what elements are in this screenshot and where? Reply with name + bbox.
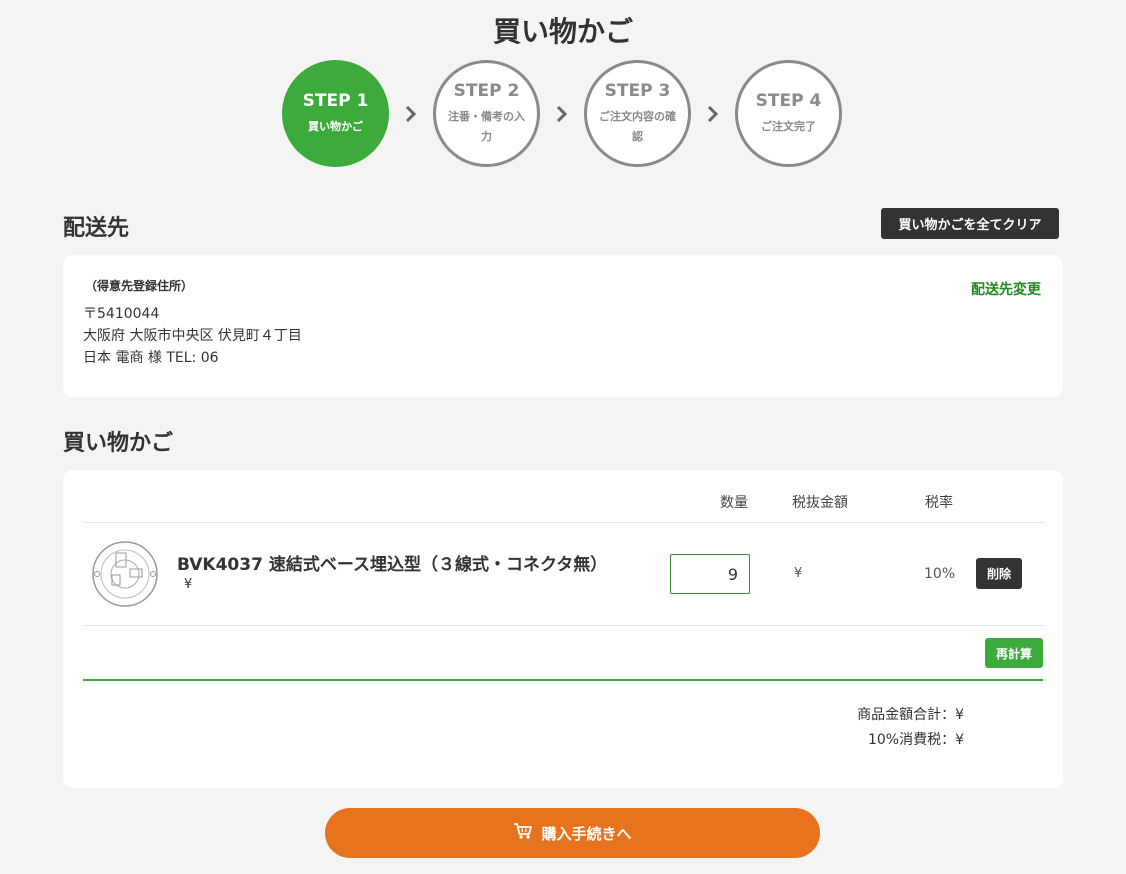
divider [84, 625, 1045, 626]
chevron-right-icon [540, 104, 584, 124]
cart-icon [513, 822, 533, 844]
step-label: 買い物かご [308, 119, 363, 133]
step-2: STEP 2 注番・備考の入力 [433, 60, 540, 167]
product-image[interactable] [90, 539, 160, 609]
postal-code: 〒5410044 [83, 306, 160, 322]
quantity-input[interactable] [670, 554, 750, 594]
address-type-label: （得意先登録住所） [85, 279, 194, 293]
step-3: STEP 3 ご注文内容の確認 [584, 60, 691, 167]
clear-cart-button[interactable]: 買い物かごを全てクリア [881, 208, 1059, 239]
page-title: 買い物かご [492, 15, 633, 48]
recipient-line: 日本 電商 様 TEL: 06 [83, 350, 219, 366]
chevron-right-icon [389, 104, 433, 124]
checkout-label: 購入手続きへ [541, 824, 632, 843]
step-number: STEP 1 [302, 90, 369, 111]
checkout-button[interactable]: 購入手続きへ [325, 808, 820, 858]
step-1: STEP 1 買い物かご [282, 60, 389, 167]
row-subtotal: ¥ [794, 566, 803, 581]
change-shipping-link[interactable]: 配送先変更 [971, 279, 1041, 299]
cart-heading: 買い物かご [63, 431, 174, 456]
recalculate-button[interactable]: 再計算 [985, 638, 1043, 668]
delete-button[interactable]: 削除 [976, 558, 1022, 589]
product-unit-price: ¥ [184, 577, 193, 592]
shipping-address-card: （得意先登録住所） 〒5410044 大阪府 大阪市中央区 伏見町４丁目 日本 … [63, 255, 1063, 397]
step-label: ご注文完了 [761, 119, 816, 133]
divider [84, 522, 1045, 523]
cart-card: 数量 税抜金額 税率 BVK4037 速結式ベース埋込型（３線式・コネクタ無） … [63, 470, 1063, 788]
column-header-qty: 数量 [720, 495, 748, 511]
address-line: 大阪府 大阪市中央区 伏見町４丁目 [83, 328, 302, 344]
product-name[interactable]: BVK4037 速結式ベース埋込型（３線式・コネクタ無） [177, 550, 607, 575]
column-header-tax-rate: 税率 [925, 495, 953, 511]
tax-total: 10%消費税：¥ [867, 732, 964, 748]
goods-total: 商品金額合計：¥ [857, 707, 964, 723]
step-number: STEP 4 [755, 90, 822, 111]
step-number: STEP 2 [453, 80, 520, 101]
step-4: STEP 4 ご注文完了 [735, 60, 842, 167]
chevron-right-icon [691, 104, 735, 124]
step-indicator: STEP 1 買い物かご STEP 2 注番・備考の入力 STEP 3 ご注文内… [282, 60, 842, 167]
row-tax-rate: 10% [924, 566, 956, 582]
column-header-subtotal: 税抜金額 [792, 495, 848, 511]
shipping-heading: 配送先 [63, 216, 130, 241]
totals-divider [83, 679, 1043, 681]
step-label: ご注文内容の確認 [599, 109, 676, 143]
step-label: 注番・備考の入力 [448, 109, 525, 143]
step-number: STEP 3 [604, 80, 671, 101]
